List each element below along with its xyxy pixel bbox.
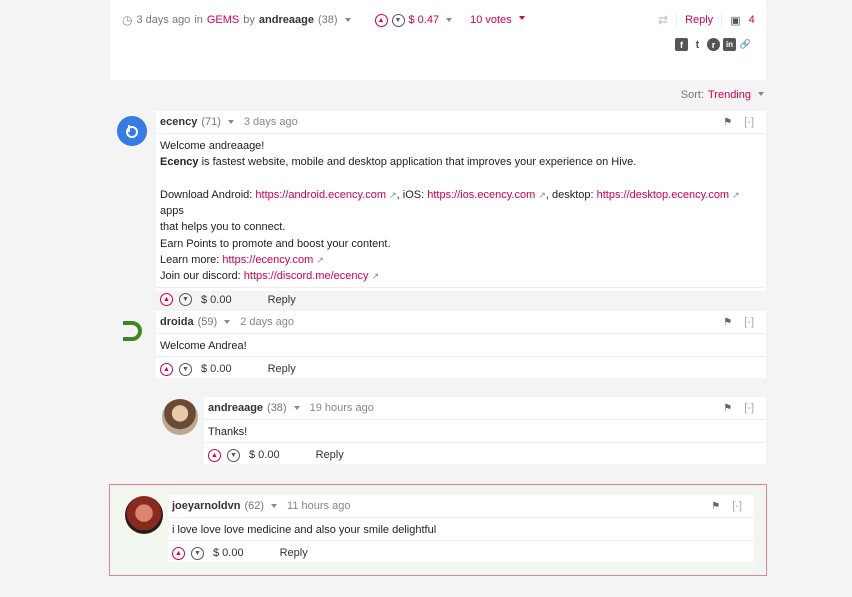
sort-control[interactable]: Sort: Trending — [681, 89, 764, 101]
post-votes[interactable]: 10 votes — [470, 14, 512, 26]
flag-icon[interactable]: ⚑ — [723, 317, 732, 328]
comments-icon[interactable]: ▣ — [730, 14, 740, 27]
avatar[interactable] — [125, 496, 163, 534]
desktop-link[interactable]: https://desktop.ecency.com — [597, 189, 729, 201]
ecency-link[interactable]: https://ecency.com — [222, 254, 313, 266]
collapse-button[interactable]: [-] — [744, 116, 754, 128]
comment-time[interactable]: 3 days ago — [244, 116, 298, 128]
downvote-icon[interactable]: ▼ — [179, 293, 192, 307]
comment-ecency: ecency (71) 3 days ago ⚑ [-] Welcome and… — [156, 111, 766, 307]
upvote-icon[interactable]: ▲ — [172, 546, 185, 560]
comment-time[interactable]: 11 hours ago — [287, 500, 350, 512]
comment-header: droida (59) 2 days ago ⚑ [-] — [156, 311, 766, 334]
linkedin-icon[interactable]: in — [723, 38, 736, 51]
external-link-icon: ↗ — [371, 271, 380, 282]
comment-header: andreaage (38) 19 hours ago ⚑ [-] — [204, 397, 766, 420]
post-actions: ⇄ Reply ▣ 4 — [658, 13, 755, 27]
external-link-icon: ↗ — [389, 189, 397, 200]
external-link-icon: ↗ — [732, 189, 740, 200]
comment-footer: ▲ ▼ $ 0.00 Reply — [156, 286, 766, 312]
sort-value[interactable]: Trending — [708, 89, 751, 101]
post-reply-button[interactable]: Reply — [685, 14, 713, 26]
chevron-down-icon[interactable] — [227, 120, 234, 124]
post-meta: ◷ 3 days ago in GEMS by andreaage (38) ▲… — [122, 12, 525, 28]
flag-icon[interactable]: ⚑ — [723, 117, 732, 128]
ios-link[interactable]: https://ios.ecency.com — [427, 189, 535, 201]
reddit-icon[interactable]: r — [707, 38, 720, 51]
comment-payout[interactable]: $ 0.00 — [201, 294, 232, 306]
comment-body: Thanks! — [208, 426, 248, 438]
avatar[interactable] — [117, 116, 147, 146]
chevron-down-icon[interactable] — [271, 504, 278, 508]
author-rep: (62) — [244, 500, 265, 512]
upvote-icon[interactable]: ▲ — [160, 362, 173, 376]
chevron-down-icon[interactable] — [518, 16, 525, 20]
avatar[interactable] — [162, 399, 198, 435]
flag-icon[interactable]: ⚑ — [723, 403, 732, 414]
external-link-icon: ↗ — [538, 189, 546, 200]
comment-payout[interactable]: $ 0.00 — [201, 363, 232, 375]
reply-button[interactable]: Reply — [280, 547, 308, 559]
chevron-down-icon[interactable] — [224, 320, 231, 324]
downvote-icon[interactable]: ▼ — [191, 546, 204, 560]
chevron-down-icon[interactable] — [758, 91, 764, 96]
author-rep: (71) — [201, 116, 221, 128]
author-rep: (38) — [267, 402, 287, 414]
post-time: 3 days ago — [136, 14, 191, 26]
author-rep: (59) — [197, 316, 218, 328]
reblog-icon[interactable]: ⇄ — [658, 13, 668, 27]
comment-droida: droida (59) 2 days ago ⚑ [-] Welcome And… — [156, 311, 766, 378]
comment-author[interactable]: andreaage — [208, 402, 263, 414]
comment-footer: ▲ ▼ $ 0.00 Reply — [204, 442, 766, 467]
clock-icon: ◷ — [122, 13, 133, 27]
discord-link[interactable]: https://discord.me/ecency — [244, 270, 369, 282]
collapse-button[interactable]: [-] — [744, 316, 754, 328]
reply-button[interactable]: Reply — [268, 363, 296, 375]
facebook-icon[interactable]: f — [675, 38, 688, 51]
link-icon[interactable]: 🔗 — [739, 38, 752, 51]
comment-header: joeyarnoldvn (62) 11 hours ago ⚑ [-] — [168, 495, 754, 518]
chevron-down-icon[interactable] — [344, 18, 351, 22]
comment-author[interactable]: ecency — [160, 116, 197, 128]
comment-andreaage: andreaage (38) 19 hours ago ⚑ [-] Thanks… — [204, 397, 766, 464]
external-link-icon: ↗ — [316, 255, 324, 266]
comment-footer: ▲ ▼ $ 0.00 Reply — [168, 540, 754, 565]
comment-author[interactable]: droida — [160, 316, 194, 328]
downvote-icon[interactable]: ▼ — [391, 13, 405, 27]
downvote-icon[interactable]: ▼ — [179, 362, 192, 376]
reply-button[interactable]: Reply — [268, 294, 296, 306]
comment-time[interactable]: 19 hours ago — [310, 402, 374, 414]
chevron-down-icon[interactable] — [293, 406, 300, 410]
comment-body: Welcome Andrea! — [160, 340, 247, 352]
downvote-icon[interactable]: ▼ — [227, 448, 240, 462]
ecency-logo-icon — [126, 125, 138, 138]
twitter-icon[interactable]: t — [691, 38, 704, 51]
collapse-button[interactable]: [-] — [732, 500, 742, 512]
comment-body: i love love love medicine and also your … — [172, 524, 437, 536]
comment-body: Welcome andreaage! Ecency is fastest web… — [160, 140, 740, 283]
comment-payout[interactable]: $ 0.00 — [213, 547, 244, 559]
upvote-icon[interactable]: ▲ — [160, 293, 173, 307]
chevron-down-icon[interactable] — [446, 18, 453, 22]
comment-joeyarnoldvn: joeyarnoldvn (62) 11 hours ago ⚑ [-] i l… — [168, 495, 754, 562]
post-payout[interactable]: $ 0.47 — [409, 14, 440, 26]
comment-count[interactable]: 4 — [749, 14, 755, 26]
flag-icon[interactable]: ⚑ — [711, 501, 720, 512]
comment-author[interactable]: joeyarnoldvn — [172, 500, 240, 512]
reply-button[interactable]: Reply — [316, 449, 344, 461]
comment-time[interactable]: 2 days ago — [240, 316, 294, 328]
collapse-button[interactable]: [-] — [744, 402, 754, 414]
comment-footer: ▲ ▼ $ 0.00 Reply — [156, 356, 766, 381]
upvote-icon[interactable]: ▲ — [374, 13, 388, 27]
avatar[interactable] — [118, 316, 148, 346]
droida-logo-icon — [123, 321, 142, 341]
share-bar: f t r in 🔗 — [675, 38, 752, 51]
comment-header: ecency (71) 3 days ago ⚑ [-] — [156, 111, 766, 134]
upvote-icon[interactable]: ▲ — [208, 448, 221, 462]
community-link[interactable]: GEMS — [207, 14, 239, 26]
post-author[interactable]: andreaage — [259, 14, 314, 26]
comment-payout[interactable]: $ 0.00 — [249, 449, 280, 461]
author-rep: (38) — [317, 14, 338, 26]
android-link[interactable]: https://android.ecency.com — [255, 189, 386, 201]
